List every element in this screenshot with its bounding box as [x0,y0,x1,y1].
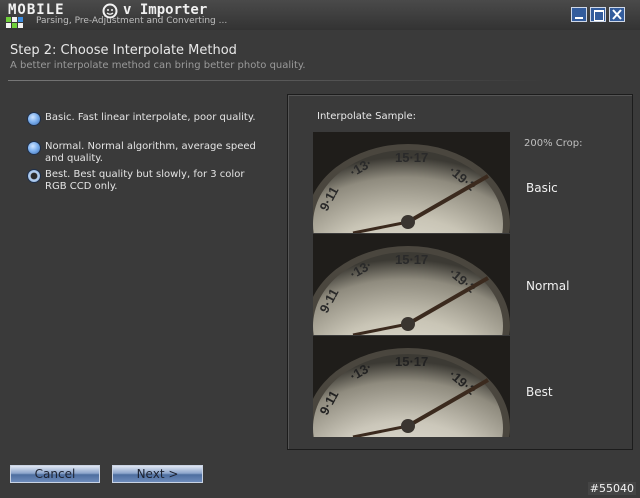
sample-label-basic: Basic [526,181,558,195]
maximize-icon [594,10,604,21]
importer-window: MOBILE v Importer Parsing, Pre-Adjustmen… [0,0,640,498]
svg-text:15·17: 15·17 [395,354,428,369]
basic-radio[interactable] [28,113,40,125]
option-basic-label: Basic. Fast linear interpolate, poor qua… [45,112,256,123]
maximize-button[interactable] [590,7,606,22]
minimize-icon [575,17,583,19]
sample-image-normal: 9·11 ·13· 15·17 ·19·2 [313,234,510,335]
close-icon [612,9,622,20]
svg-text:15·17: 15·17 [395,252,428,267]
sample-label-normal: Normal [526,279,570,293]
crop-label: 200% Crop: [524,138,583,149]
sample-image-basic: 9·11 ·13· 15·17 ·19·2 [313,132,510,233]
normal-radio[interactable] [28,142,40,154]
header-divider [8,80,548,81]
watermark: #55040 [587,482,636,495]
title-bar[interactable]: MOBILE v Importer Parsing, Pre-Adjustmen… [0,0,640,30]
window-subtitle: Parsing, Pre-Adjustment and Converting .… [36,16,228,26]
sample-image-best: 9·11 ·13· 15·17 ·19·2 [313,336,510,437]
best-radio[interactable] [28,170,40,182]
minimize-button[interactable] [571,7,587,22]
step-description: A better interpolate method can bring be… [10,60,306,71]
step-title: Step 2: Choose Interpolate Method [10,43,237,58]
option-best-label: Best. Best quality but slowly, for 3 col… [45,169,245,192]
sample-panel-title: Interpolate Sample: [317,111,416,122]
close-button[interactable] [609,7,625,22]
logo-squares-icon [6,17,28,29]
option-normal-label: Normal. Normal algorithm, average speed … [45,141,256,164]
next-button[interactable]: Next > [112,465,203,483]
sample-label-best: Best [526,385,553,399]
svg-text:15·17: 15·17 [395,150,428,165]
interpolate-sample-panel: Interpolate Sample: 200% Crop: 9·11 ·13·… [287,94,633,450]
cancel-button[interactable]: Cancel [10,465,100,483]
